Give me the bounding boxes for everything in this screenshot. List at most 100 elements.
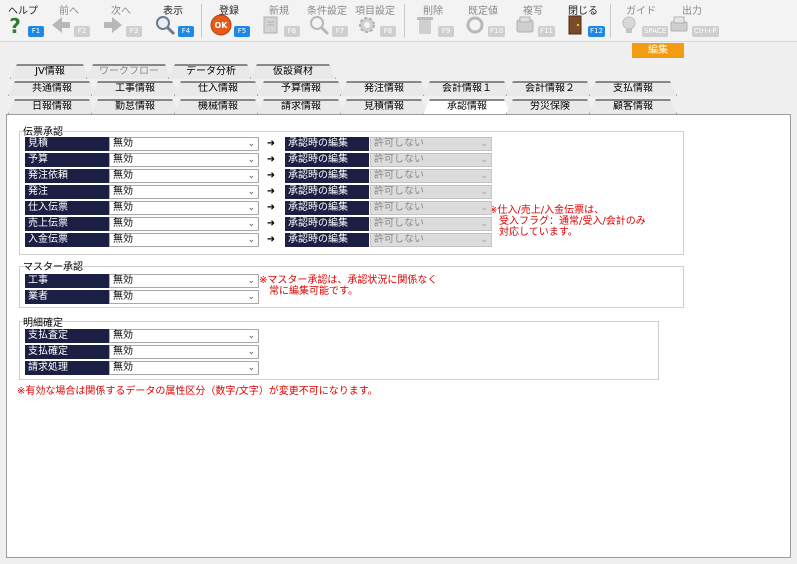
f11-key: F11 [538,26,555,37]
tab-purchase[interactable]: 仕入情報 [174,81,262,96]
master-0-select[interactable]: 無効 ⌄ [109,274,259,288]
detail-0-label: 支払査定 [25,329,109,343]
detail-1-label: 支払確定 [25,345,109,359]
next-button[interactable]: 次へ F3 [98,0,144,42]
slip-3-edit-select[interactable]: 許可しない ⌄ [370,185,492,199]
slip-0-edit-select-value: 許可しない [374,138,424,149]
tab-billing[interactable]: 請求情報 [257,99,345,114]
tab-budget[interactable]: 予算情報 [257,81,345,96]
register-button[interactable]: 登録 OK F5 [206,0,252,42]
tab-accounting2[interactable]: 会計情報２ [506,81,594,96]
slip-6-edit-select[interactable]: 許可しない ⌄ [370,233,492,247]
slip-0-edit-label: 承認時の編集 [285,137,369,151]
slip-2-select-value: 無効 [113,170,133,181]
slip-2-label: 発注依頼 [25,169,109,183]
item-settings-button[interactable]: 項目設定 F8 [352,0,398,42]
slip-1-select-value: 無効 [113,154,133,165]
slip-4-edit-select-value: 許可しない [374,202,424,213]
chevron-down-icon: ⌄ [247,187,255,197]
tab-workflow[interactable]: ワークフロー [86,64,172,79]
slip-0-select-value: 無効 [113,138,133,149]
tab-jv[interactable]: JV情報 [10,64,90,79]
show-button[interactable]: 表示 F4 [150,0,196,42]
copy-button[interactable]: 複写 F11 [510,0,556,42]
slip-1-select[interactable]: 無効 ⌄ [109,153,259,167]
tab-attendance[interactable]: 勤怠情報 [91,99,179,114]
slip-4-select-value: 無効 [113,202,133,213]
tab-daily-report[interactable]: 日報情報 [8,99,96,114]
slip-5-edit-select[interactable]: 許可しない ⌄ [370,217,492,231]
chevron-down-icon: ⌄ [247,347,255,357]
tab-estimate[interactable]: 見積情報 [340,99,428,114]
help-button[interactable]: ヘルプ ? F1 [0,0,46,42]
tab-accounting1[interactable]: 会計情報１ [423,81,511,96]
slip-2-edit-select[interactable]: 許可しない ⌄ [370,169,492,183]
master-0-label: 工事 [25,274,109,288]
tab-approval[interactable]: 承認情報 [423,99,511,115]
tab-construction[interactable]: 工事情報 [91,81,179,96]
chevron-down-icon: ⌄ [247,155,255,165]
master-note: ※マスター承認は、承認状況に関係なく 常に編集可能です。 [259,275,438,297]
edit-mode-badge: 編集 [632,43,684,58]
tab-data-analysis[interactable]: データ分析 [168,64,254,79]
f5-key: F5 [234,26,250,37]
chevron-down-icon: ⌄ [247,276,255,286]
f8-key: F8 [380,26,396,37]
detail-0-select[interactable]: 無効 ⌄ [109,329,259,343]
prev-button[interactable]: 前へ F2 [46,0,92,42]
footer-note: ※有効な場合は関係するデータの属性区分（数字/文字）が変更不可になります。 [17,386,378,397]
tab-workers-insurance[interactable]: 労災保険 [506,99,594,114]
slip-3-edit-label: 承認時の編集 [285,185,369,199]
slip-6-edit-label: 承認時の編集 [285,233,369,247]
tab-payment[interactable]: 支払情報 [589,81,677,96]
new-button[interactable]: 新規 F6 [256,0,302,42]
slip-0-select[interactable]: 無効 ⌄ [109,137,259,151]
chevron-down-icon: ⌄ [247,171,255,181]
slip-6-select[interactable]: 無効 ⌄ [109,233,259,247]
slip-approval-title: 伝票承認 [23,127,63,138]
conditions-button[interactable]: 条件設定 F7 [304,0,350,42]
slip-1-edit-select[interactable]: 許可しない ⌄ [370,153,492,167]
arrow-right-icon [104,17,122,33]
slip-3-edit-select-value: 許可しない [374,186,424,197]
tab-customer[interactable]: 顧客情報 [589,99,677,114]
chevron-down-icon: ⌄ [480,235,488,245]
defaults-button[interactable]: 既定値 F10 [460,0,506,42]
detail-2-select[interactable]: 無効 ⌄ [109,361,259,375]
door-icon [568,15,582,35]
detail-1-select-value: 無効 [113,346,133,357]
arrow-right-icon: ➜ [266,170,276,181]
toolbar-separator [610,4,611,38]
slip-3-select[interactable]: 無効 ⌄ [109,185,259,199]
tab-order[interactable]: 発注情報 [340,81,428,96]
slip-4-select[interactable]: 無効 ⌄ [109,201,259,215]
copy-icon [516,16,534,33]
tab-machine[interactable]: 機械情報 [174,99,262,114]
ok-icon: OK [210,14,232,36]
master-1-select[interactable]: 無効 ⌄ [109,290,259,304]
chevron-down-icon: ⌄ [247,219,255,229]
delete-button[interactable]: 削除 F9 [410,0,456,42]
slip-6-edit-select-value: 許可しない [374,234,424,245]
chevron-down-icon: ⌄ [480,219,488,229]
chevron-down-icon: ⌄ [480,139,488,149]
tab-common[interactable]: 共通情報 [8,81,96,96]
chevron-down-icon: ⌄ [247,331,255,341]
gear-icon [359,17,375,33]
arrow-right-icon: ➜ [266,202,276,213]
approval-panel: 伝票承認 ※仕入/売上/入金伝票は、 受入フラグ：通常/受入/会計のみ 対応して… [6,114,791,558]
slip-4-edit-label: 承認時の編集 [285,201,369,215]
detail-1-select[interactable]: 無効 ⌄ [109,345,259,359]
lightbulb-icon [622,16,636,33]
close-button[interactable]: 閉じる F12 [560,0,606,42]
output-button[interactable]: 出力 Ctrl+P [664,0,720,42]
tab-temp-materials[interactable]: 仮設資材 [250,64,336,79]
slip-4-edit-select[interactable]: 許可しない ⌄ [370,201,492,215]
printer-icon [670,16,688,32]
guide-button[interactable]: ガイド SPACE [614,0,669,42]
slip-2-select[interactable]: 無効 ⌄ [109,169,259,183]
slip-3-select-value: 無効 [113,186,133,197]
chevron-down-icon: ⌄ [480,203,488,213]
slip-5-select[interactable]: 無効 ⌄ [109,217,259,231]
slip-0-edit-select[interactable]: 許可しない ⌄ [370,137,492,151]
